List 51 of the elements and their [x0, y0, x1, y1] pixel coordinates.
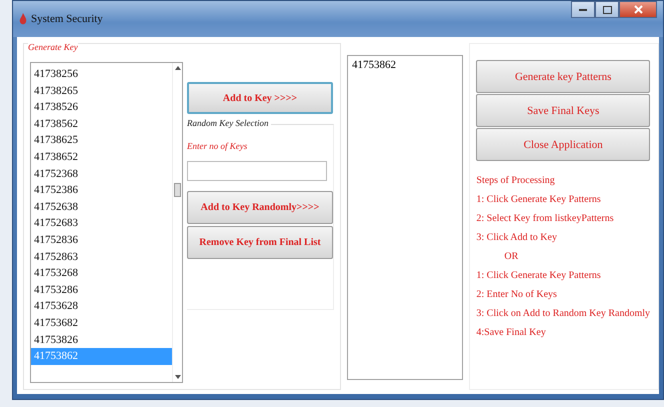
list-item[interactable]: 41738562 — [31, 116, 172, 132]
action-button[interactable]: Close Application — [476, 128, 650, 161]
action-button[interactable]: Generate key Patterns — [476, 60, 650, 93]
list-item[interactable]: 41738256 — [31, 66, 172, 83]
scroll-up-icon[interactable] — [174, 66, 180, 70]
field-label: Enter no of Keys — [187, 141, 248, 151]
key-list[interactable]: 41738256 41738265 41738526 41738562 41738625 41738652 41752368 41752386 41752638 41752683 41752836 41752863 41753268 41753286 41753628 41753682 41753826 41753862 — [30, 62, 183, 383]
list-item[interactable]: 41753826 — [31, 332, 172, 348]
list-item[interactable]: 41738265 — [31, 82, 172, 100]
list-item[interactable]: 41752836 — [31, 232, 172, 249]
list-item[interactable]: 41738625 — [31, 132, 172, 149]
scroll-down-icon[interactable] — [174, 375, 180, 379]
scrollbar[interactable] — [172, 63, 182, 382]
list-item[interactable]: 41753628 — [31, 298, 172, 315]
remove-key-button[interactable]: Remove Key from Final List — [187, 226, 333, 259]
group-title: Random Key Selection — [187, 118, 272, 128]
list-item[interactable]: 41738652 — [31, 148, 172, 166]
list-item[interactable]: 41752683 — [31, 215, 172, 232]
or-label: OR — [503, 250, 520, 263]
add-to-key-button[interactable]: Add to Key >>>> — [187, 82, 333, 114]
step-text: 1: Click Generate Key Patterns — [476, 269, 602, 282]
scroll-thumb[interactable] — [174, 183, 181, 197]
steps-heading: Steps of Processing — [476, 174, 556, 187]
group-title: Generate Key — [28, 42, 78, 52]
final-key-list[interactable]: 41753862 — [347, 55, 464, 380]
list-item[interactable]: 41752638 — [31, 198, 172, 216]
list-item[interactable]: 41753268 — [31, 265, 172, 282]
list-item[interactable]: 41752368 — [31, 166, 172, 182]
close-button[interactable] — [619, 1, 657, 18]
action-button[interactable]: Save Final Keys — [476, 94, 650, 127]
close-icon — [634, 5, 642, 14]
maximize-button[interactable] — [595, 1, 619, 18]
flame-icon — [19, 13, 27, 25]
step-text: 4:Save Final Key — [476, 326, 547, 339]
minimize-icon — [579, 8, 587, 11]
step-text: 2: Enter No of Keys — [476, 288, 558, 301]
list-item[interactable]: 41752386 — [31, 182, 172, 199]
step-text: 2: Select Key from listkeyPatterns — [476, 212, 615, 225]
list-item[interactable]: 41753682 — [31, 314, 172, 332]
list-item[interactable]: 41753286 — [31, 282, 172, 298]
step-text: 3: Click on Add to Random Key Randomly — [476, 307, 650, 320]
list-item[interactable]: 41738526 — [31, 99, 172, 116]
list-item[interactable]: 41752863 — [31, 248, 172, 266]
key-count-field[interactable] — [187, 161, 327, 181]
maximize-icon — [602, 6, 612, 14]
minimize-button[interactable] — [571, 1, 595, 18]
list-item[interactable]: 41753862 — [352, 59, 458, 71]
step-text: 3: Click Add to Key — [476, 231, 558, 244]
window-title: System Security — [31, 13, 103, 25]
step-text: 1: Click Generate Key Patterns — [476, 193, 602, 206]
add-randomly-button[interactable]: Add to Key Randomly>>>> — [187, 191, 333, 224]
